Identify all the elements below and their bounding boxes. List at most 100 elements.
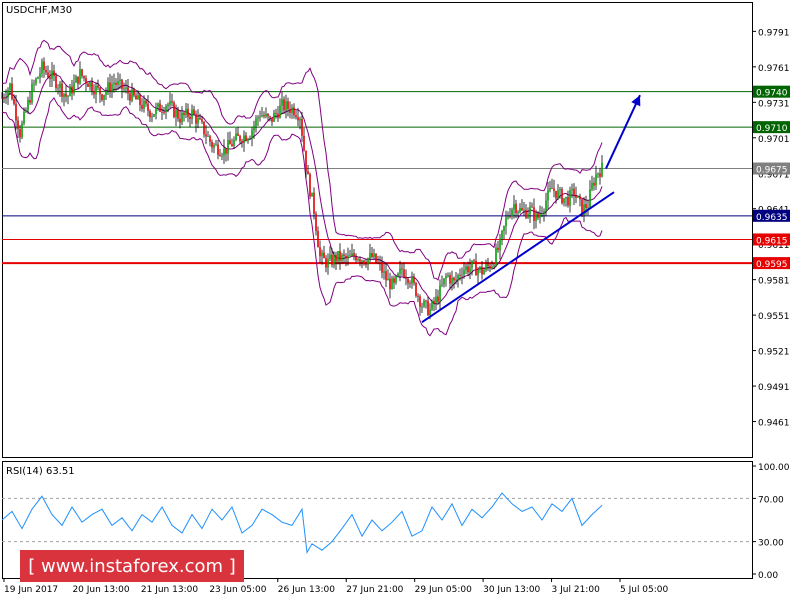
candle-body (289, 108, 291, 113)
price-tick-label: 0.9521 (758, 348, 790, 358)
candle-body (259, 116, 261, 118)
candle-body (65, 93, 67, 97)
candle-body (263, 115, 265, 117)
candle-body (243, 135, 245, 143)
candle-body (275, 112, 277, 114)
candle-body (527, 213, 529, 218)
candle-body (547, 190, 549, 201)
candle-body (207, 136, 209, 137)
candle-body (281, 99, 283, 106)
candle-body (41, 61, 43, 74)
candle-body (569, 190, 571, 206)
candle-body (411, 276, 413, 284)
candle-body (45, 69, 47, 73)
candle-body (489, 265, 491, 269)
candle-body (277, 113, 279, 118)
candle-body (87, 83, 89, 87)
candle-body (7, 89, 9, 98)
candle-body (373, 253, 375, 258)
time-tick-label: 26 Jun 13:00 (278, 585, 335, 595)
candle-body (151, 116, 153, 118)
candle-body (575, 195, 577, 198)
candle-body (279, 105, 281, 118)
candle-body (35, 78, 37, 84)
time-tick-label: 3 Jul 21:00 (552, 585, 601, 595)
candle-body (199, 117, 201, 120)
candle-body (157, 103, 159, 108)
candle-body (31, 83, 33, 103)
candle-body (545, 200, 547, 211)
candle-body (73, 82, 75, 94)
candle-body (245, 135, 247, 141)
main-plot-frame (2, 2, 753, 458)
candle-body (67, 96, 69, 98)
candle-body (451, 277, 453, 284)
candle-body (303, 135, 305, 151)
candle-body (305, 150, 307, 172)
candle-body (555, 190, 557, 199)
candle-body (27, 100, 29, 111)
time-tick-label: 19 Jun 2017 (4, 585, 58, 595)
candle-body (33, 83, 35, 85)
candle-body (11, 83, 13, 99)
time-tick-label: 27 Jun 21:00 (346, 585, 403, 595)
candle-body (205, 134, 207, 137)
candle-body (291, 107, 293, 113)
price-tick-label: 0.9761 (758, 64, 790, 74)
candle-body (535, 213, 537, 221)
candle-body (473, 260, 475, 262)
candle-body (21, 123, 23, 138)
candle-body (507, 216, 509, 218)
candle-body (327, 258, 329, 268)
candle-body (167, 104, 169, 107)
level-label: 0.9635 (756, 213, 788, 223)
candle-body (485, 264, 487, 270)
candle-body (505, 217, 507, 227)
candle-body (81, 69, 83, 76)
candle-body (389, 278, 391, 290)
candle-body (89, 82, 91, 87)
candle-body (55, 75, 57, 89)
candle-body (321, 252, 323, 257)
candle-body (449, 275, 451, 284)
candle-body (215, 144, 217, 146)
candle-body (539, 213, 541, 218)
candle-body (541, 213, 543, 215)
candle-body (139, 95, 141, 106)
candle-body (543, 210, 545, 214)
candle-body (191, 109, 193, 120)
candle-body (169, 101, 171, 105)
rsi-tick-label: 100.00 (758, 463, 790, 473)
candle-body (295, 115, 297, 118)
candle-body (347, 255, 349, 259)
candle-body (255, 118, 257, 126)
candle-body (93, 91, 95, 95)
candle-body (43, 61, 45, 70)
candle-body (591, 182, 593, 190)
candle-body (391, 278, 393, 290)
candle-body (425, 300, 427, 302)
price-tick-label: 0.9701 (758, 135, 790, 145)
price-tick-label: 0.9491 (758, 383, 790, 393)
candle-body (233, 139, 235, 147)
candle-body (463, 269, 465, 275)
candle-body (497, 247, 499, 251)
candle-body (71, 86, 73, 94)
candle-body (467, 266, 469, 273)
candle-body (481, 266, 483, 275)
candle-body (493, 265, 495, 267)
candle-body (195, 114, 197, 124)
candle-body (587, 207, 589, 209)
candle-body (561, 189, 563, 204)
candle-body (397, 273, 399, 277)
candle-body (235, 133, 237, 140)
candle-body (159, 103, 161, 112)
candle-body (161, 111, 163, 113)
candle-body (59, 83, 61, 88)
candle-body (589, 189, 591, 208)
candle-body (557, 190, 559, 199)
candle-body (325, 258, 327, 268)
candle-body (471, 260, 473, 268)
candle-body (197, 117, 199, 124)
candle-body (267, 113, 269, 117)
